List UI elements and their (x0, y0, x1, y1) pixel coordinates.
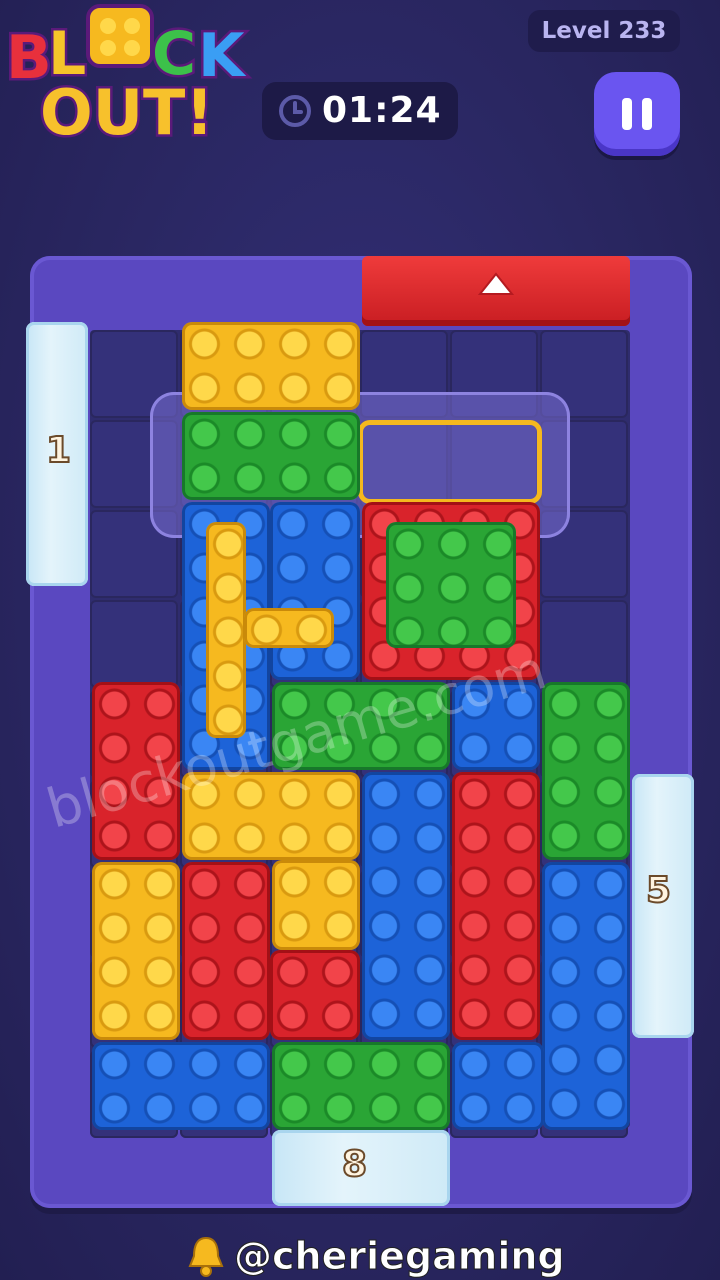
exit-gate-bottom: 8 (272, 1130, 450, 1206)
credit: @cheriegaming (186, 1232, 565, 1280)
exit-count-right: 5 (645, 869, 672, 912)
pause-icon (622, 98, 632, 130)
level-label: Level 233 (541, 18, 667, 44)
up-arrow-icon (477, 272, 515, 295)
grid-cell (90, 600, 178, 688)
timer-value: 01:24 (322, 90, 442, 131)
green-block-top[interactable] (182, 412, 360, 500)
blue-block-right-foot[interactable] (452, 1042, 544, 1130)
credit-handle: @cheriegaming (234, 1234, 566, 1279)
target-outline (358, 420, 542, 504)
green-block-inner[interactable] (386, 522, 516, 648)
exit-count-left: 1 (45, 429, 72, 472)
red-block-tall[interactable] (452, 772, 540, 1040)
yellow-block-lower-tail[interactable] (272, 860, 360, 950)
timer: 01:24 (262, 82, 458, 140)
exit-count-bottom: 8 (341, 1143, 368, 1186)
blue-block-bottom[interactable] (92, 1042, 270, 1130)
yellow-block-t-inner[interactable] (206, 522, 246, 738)
bell-icon (188, 1236, 224, 1277)
logo-art: B L C K OUT! (4, 4, 250, 152)
exit-gate-top[interactable] (362, 256, 630, 326)
game-logo: B L C K OUT! (0, 0, 270, 152)
red-block-l-stem[interactable] (182, 862, 270, 1040)
pause-icon-bar (642, 98, 652, 130)
pause-button[interactable] (594, 72, 680, 156)
blue-block-tall[interactable] (362, 772, 450, 1040)
yellow-block-top[interactable] (182, 322, 360, 410)
exit-gate-left: 1 (26, 322, 88, 586)
exit-gate-right: 5 (632, 774, 694, 1038)
blue-block-l-top[interactable] (270, 502, 360, 680)
blue-block-right-stem[interactable] (542, 862, 630, 1130)
yellow-block-left[interactable] (92, 862, 180, 1040)
level-badge: Level 233 (528, 10, 680, 52)
green-block-right[interactable] (542, 682, 630, 860)
grid-cell (540, 600, 628, 688)
red-block-l-foot[interactable] (270, 950, 360, 1040)
green-block-bottom[interactable] (272, 1042, 450, 1130)
clock-icon (279, 95, 311, 127)
svg-text:OUT!: OUT! (40, 76, 214, 149)
yellow-block-t-arm[interactable] (244, 608, 334, 648)
